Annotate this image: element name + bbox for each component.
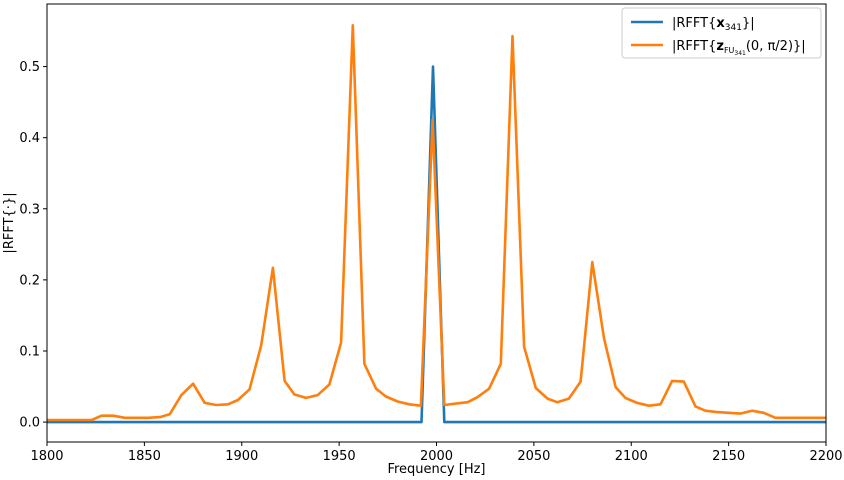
legend: |RFFT{x341}| |RFFT{zFU341(0, π/2)}|	[621, 7, 822, 59]
y-axis-ticks: 0.0 0.1 0.2 0.3 0.4 0.5	[19, 60, 47, 431]
legend-entry-x341-subscript: 341	[725, 23, 742, 33]
x-tick-label: 1850	[128, 449, 161, 464]
plot-area	[47, 23, 826, 424]
x-tick-label: 2150	[712, 449, 745, 464]
y-tick-label: 0.0	[19, 416, 40, 431]
y-tick-label: 0.1	[19, 344, 40, 359]
legend-entry-zFU341-subsubscript: 341	[734, 50, 746, 57]
legend-entry-x341-base: |RFFT{	[672, 16, 716, 31]
x-tick-label: 1800	[30, 449, 63, 464]
x-axis-label: Frequency [Hz]	[387, 462, 485, 477]
x-tick-label: 2200	[809, 449, 842, 464]
y-tick-label: 0.5	[19, 60, 40, 75]
x-tick-label: 1900	[225, 449, 258, 464]
legend-entry-zFU341-symbol: z	[716, 39, 724, 54]
legend-entry-x341: |RFFT{x341}|	[672, 16, 755, 33]
legend-entry-zFU341-tail: (0, π/2)}|	[746, 39, 806, 54]
series-line-zFU341	[47, 23, 826, 422]
y-tick-label: 0.4	[19, 131, 40, 146]
legend-entry-zFU341-base: |RFFT{	[672, 39, 716, 54]
legend-entry-zFU341-subscript: FU	[724, 46, 735, 55]
x-tick-label: 2050	[517, 449, 550, 464]
line-chart: 1800 1850 1900 1950 2000 2050 2100 2150 2200 0.0…	[2, 3, 843, 477]
x-axis-ticks: 1800 1850 1900 1950 2000 2050 2100 2150 2200	[30, 442, 843, 464]
y-tick-label: 0.2	[19, 273, 40, 288]
legend-entry-x341-tail: }|	[742, 16, 755, 31]
y-tick-label: 0.3	[19, 202, 40, 217]
y-axis-label: |RFFT{·}|	[2, 192, 17, 253]
x-tick-label: 2100	[615, 449, 648, 464]
x-tick-label: 1950	[323, 449, 356, 464]
